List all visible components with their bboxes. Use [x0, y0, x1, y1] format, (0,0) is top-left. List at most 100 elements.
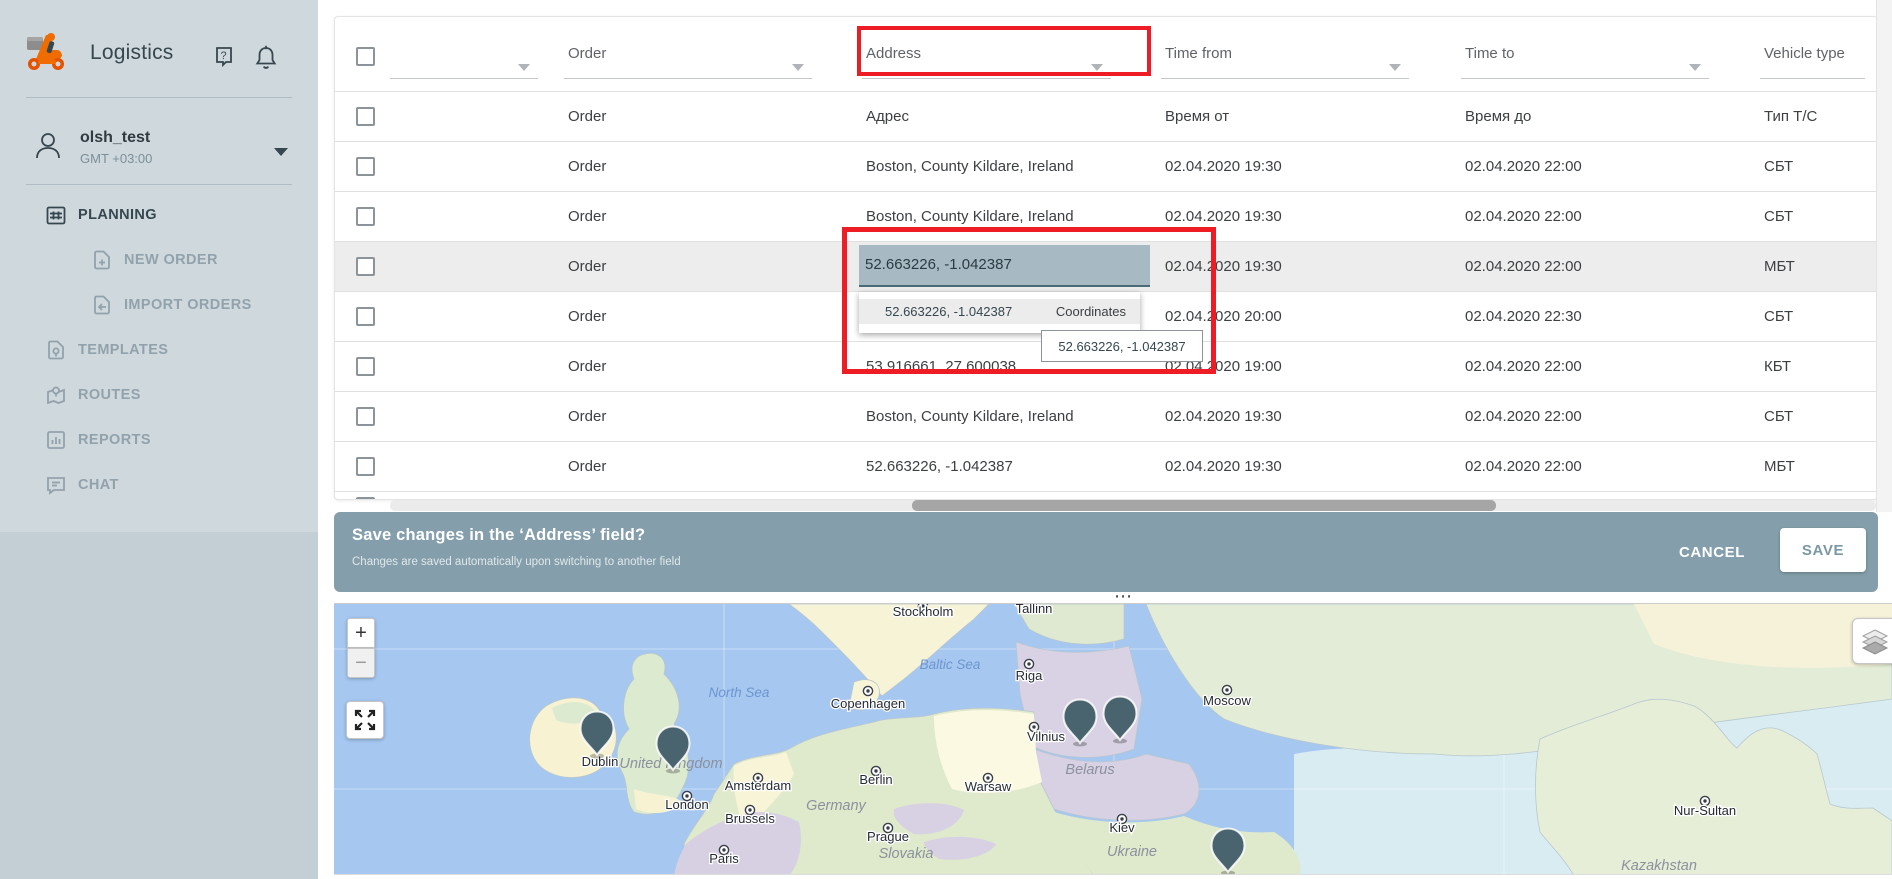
- cell-vehicle-type[interactable]: СБТ: [1764, 142, 1793, 192]
- cell-order[interactable]: Order: [568, 242, 606, 292]
- cell-order[interactable]: Order: [568, 292, 606, 342]
- row-checkbox[interactable]: [356, 307, 375, 326]
- column-select-order[interactable]: Order: [564, 41, 812, 79]
- map-zoom-in-button[interactable]: +: [347, 618, 375, 648]
- cell-vehicle-type[interactable]: СБТ: [1764, 392, 1793, 442]
- cell-address[interactable]: Boston, County Kildare, Ireland: [866, 192, 1074, 242]
- horizontal-scrollbar[interactable]: [390, 500, 1876, 511]
- cell-time-from[interactable]: 02.04.2020 19:30: [1165, 192, 1282, 242]
- map-city-label: Kiev: [1109, 820, 1135, 835]
- sidebar-item-label: PLANNING: [78, 207, 157, 223]
- cell-vehicle-type[interactable]: СБТ: [1764, 192, 1793, 242]
- column-header-vehicle-type: Тип Т/С: [1764, 92, 1817, 142]
- cancel-button[interactable]: CANCEL: [1666, 538, 1758, 566]
- sidebar-lower-panel: [0, 532, 318, 879]
- reports-icon: [44, 428, 68, 452]
- cell-time-to[interactable]: 02.04.2020 22:00: [1465, 192, 1582, 242]
- cell-time-from[interactable]: 02.04.2020 19:30: [1165, 142, 1282, 192]
- cell-time-to[interactable]: 02.04.2020 22:00: [1465, 242, 1582, 292]
- map-sea-label: Baltic Sea: [920, 657, 981, 672]
- sidebar-item-import-orders[interactable]: IMPORT ORDERS: [0, 282, 318, 327]
- cell-time-to[interactable]: 02.04.2020 22:00: [1465, 142, 1582, 192]
- sidebar-divider: [26, 184, 292, 185]
- sidebar-item-new-order[interactable]: NEW ORDER: [0, 237, 318, 282]
- cell-time-to[interactable]: 02.04.2020 22:30: [1465, 292, 1582, 342]
- new-order-icon: [90, 248, 114, 272]
- vertical-scrollbar[interactable]: [1876, 0, 1892, 512]
- help-icon[interactable]: ?: [213, 44, 238, 71]
- row-checkbox[interactable]: [356, 497, 375, 500]
- table-row[interactable]: Order Boston, County Kildare, Ireland 02.0…: [335, 391, 1877, 441]
- chevron-down-icon: [1091, 64, 1103, 71]
- notifications-bell-icon[interactable]: [254, 44, 278, 71]
- cell-time-from[interactable]: 02.04.2020 19:30: [1165, 442, 1282, 492]
- header-checkbox[interactable]: [356, 107, 375, 126]
- suggestion-value: 52.663226, -1.042387: [859, 304, 1012, 319]
- map-country-label: Slovakia: [879, 846, 934, 862]
- map-panel[interactable]: North SeaBaltic SeaUnited KingdomGermany…: [334, 603, 1892, 875]
- row-checkbox[interactable]: [356, 457, 375, 476]
- cell-vehicle-type[interactable]: МБТ: [1764, 242, 1795, 292]
- cell-vehicle-type[interactable]: МБТ: [1764, 442, 1795, 492]
- suggestion-type: Coordinates: [1056, 304, 1140, 319]
- cell-order[interactable]: Order: [568, 342, 606, 392]
- table-row[interactable]: Order 52.663226, -1.042387 02.04.2020 19:3…: [335, 441, 1877, 491]
- map-fullscreen-button[interactable]: [346, 701, 384, 739]
- sidebar-item-label: ROUTES: [78, 387, 141, 403]
- chevron-down-icon: [1689, 64, 1701, 71]
- map-country-label: Germany: [806, 798, 866, 814]
- cell-address[interactable]: Boston, County Kildare, Ireland: [866, 142, 1074, 192]
- cell-address[interactable]: 53.916661, 27.600038: [866, 342, 1016, 392]
- map-zoom-out-button[interactable]: −: [347, 648, 375, 678]
- sidebar-item-reports[interactable]: REPORTS: [0, 417, 318, 462]
- suggestion-item[interactable]: 52.663226, -1.042387 Coordinates: [859, 299, 1140, 324]
- sidebar-item-label: REPORTS: [78, 432, 151, 448]
- map-city-dot-icon: [863, 686, 872, 695]
- column-select-vehicle-type[interactable]: Vehicle type: [1760, 41, 1865, 79]
- horizontal-scrollbar-thumb[interactable]: [912, 500, 1496, 511]
- row-checkbox[interactable]: [356, 357, 375, 376]
- table-row[interactable]: Order Boston, County Kildare, Ireland 02.0…: [335, 141, 1877, 191]
- sidebar-item-label: TEMPLATES: [78, 342, 168, 358]
- sidebar-item-chat[interactable]: CHAT: [0, 462, 318, 507]
- column-select-address[interactable]: Address: [862, 41, 1111, 79]
- sidebar: Logistics ?: [0, 0, 318, 532]
- column-select-time-from[interactable]: Time from: [1161, 41, 1409, 79]
- cell-order[interactable]: Order: [568, 392, 606, 442]
- table-header-row: Order Адрес Время от Время до Тип Т/С: [335, 91, 1877, 141]
- sidebar-item-label: NEW ORDER: [124, 252, 218, 268]
- cell-time-to[interactable]: 02.04.2020 22:00: [1465, 392, 1582, 442]
- save-button[interactable]: SAVE: [1780, 528, 1866, 572]
- cell-address[interactable]: 52.663226, -1.042387: [866, 442, 1013, 492]
- cell-time-from[interactable]: 02.04.2020 19:30: [1165, 242, 1282, 292]
- map-layers-button[interactable]: [1852, 618, 1892, 664]
- map-country-label: Kazakhstan: [1621, 858, 1697, 874]
- chat-icon: [44, 473, 68, 497]
- cell-time-to[interactable]: 02.04.2020 22:00: [1465, 342, 1582, 392]
- table-row[interactable]: Order Boston, County Kildare, Ireland 02.0…: [335, 191, 1877, 241]
- routes-icon: [44, 383, 68, 407]
- cell-address[interactable]: Boston, County Kildare, Ireland: [866, 392, 1074, 442]
- sidebar-item-planning[interactable]: PLANNING: [0, 192, 318, 237]
- cell-order[interactable]: Order: [568, 142, 606, 192]
- cell-time-to[interactable]: 02.04.2020 22:00: [1465, 442, 1582, 492]
- column-select-empty[interactable]: [390, 41, 538, 79]
- cell-order[interactable]: Order: [568, 192, 606, 242]
- row-checkbox[interactable]: [356, 157, 375, 176]
- sidebar-item-label: CHAT: [78, 477, 119, 493]
- user-menu-caret-icon[interactable]: [274, 148, 288, 156]
- row-checkbox[interactable]: [356, 257, 375, 276]
- row-checkbox[interactable]: [356, 207, 375, 226]
- user-menu[interactable]: olsh_test GMT +03:00: [34, 122, 284, 172]
- cell-order[interactable]: Order: [568, 442, 606, 492]
- column-select-time-to[interactable]: Time to: [1461, 41, 1709, 79]
- sidebar-item-templates[interactable]: TEMPLATES: [0, 327, 318, 372]
- select-all-checkbox[interactable]: [356, 47, 375, 66]
- row-checkbox[interactable]: [356, 407, 375, 426]
- cell-vehicle-type[interactable]: СБТ: [1764, 292, 1793, 342]
- table-row-partial: [335, 491, 1877, 500]
- cell-vehicle-type[interactable]: КБТ: [1764, 342, 1791, 392]
- address-edit-input[interactable]: 52.663226, -1.042387: [859, 245, 1150, 287]
- cell-time-from[interactable]: 02.04.2020 19:30: [1165, 392, 1282, 442]
- sidebar-item-routes[interactable]: ROUTES: [0, 372, 318, 417]
